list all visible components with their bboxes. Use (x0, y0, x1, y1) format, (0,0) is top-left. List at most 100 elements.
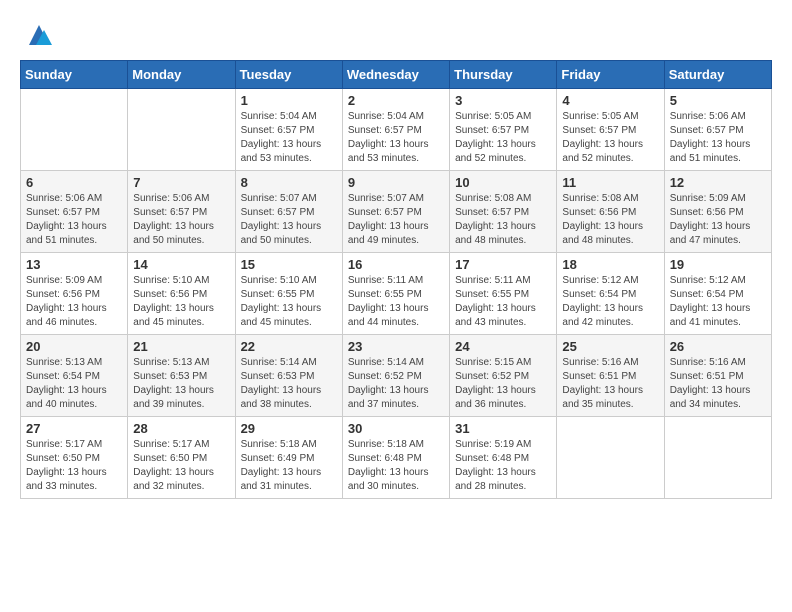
calendar-header-sunday: Sunday (21, 61, 128, 89)
day-number: 20 (26, 339, 122, 354)
calendar-cell: 1 Sunrise: 5:04 AM Sunset: 6:57 PM Daylig… (235, 89, 342, 171)
day-info: Sunrise: 5:07 AM Sunset: 6:57 PM Dayligh… (241, 192, 337, 248)
calendar-header-row: SundayMondayTuesdayWednesdayThursdayFrid… (21, 61, 772, 89)
calendar-cell: 29Sunrise: 5:18 AM Sunset: 6:49 PM Dayli… (235, 417, 342, 499)
day-info: Sunrise: 5:08 AM Sunset: 6:57 PM Dayligh… (455, 192, 551, 248)
calendar-header-monday: Monday (128, 61, 235, 89)
day-info: Sunrise: 5:14 AM Sunset: 6:53 PM Dayligh… (241, 356, 337, 412)
day-info: Sunrise: 5:19 AM Sunset: 6:48 PM Dayligh… (455, 438, 551, 494)
day-info: Sunrise: 5:06 AM Sunset: 6:57 PM Dayligh… (133, 192, 229, 248)
page-header (20, 20, 772, 50)
logo-icon (24, 20, 54, 50)
calendar-week-row: 20 Sunrise: 5:13 AM Sunset: 6:54 PM Dayli… (21, 335, 772, 417)
calendar-header-tuesday: Tuesday (235, 61, 342, 89)
day-number: 11 (562, 175, 658, 190)
calendar-cell: 23Sunrise: 5:14 AM Sunset: 6:52 PM Dayli… (342, 335, 449, 417)
calendar-cell: 5Sunrise: 5:06 AM Sunset: 6:57 PM Daylig… (664, 89, 771, 171)
day-number: 19 (670, 257, 766, 272)
calendar-cell: 8 Sunrise: 5:07 AM Sunset: 6:57 PM Daylig… (235, 171, 342, 253)
calendar-cell: 9 Sunrise: 5:07 AM Sunset: 6:57 PM Daylig… (342, 171, 449, 253)
calendar-week-row: 6 Sunrise: 5:06 AM Sunset: 6:57 PM Daylig… (21, 171, 772, 253)
day-info: Sunrise: 5:16 AM Sunset: 6:51 PM Dayligh… (562, 356, 658, 412)
calendar-cell: 30 Sunrise: 5:18 AM Sunset: 6:48 PM Dayli… (342, 417, 449, 499)
day-info: Sunrise: 5:08 AM Sunset: 6:56 PM Dayligh… (562, 192, 658, 248)
calendar-cell: 10 Sunrise: 5:08 AM Sunset: 6:57 PM Dayli… (450, 171, 557, 253)
day-info: Sunrise: 5:04 AM Sunset: 6:57 PM Dayligh… (241, 110, 337, 166)
day-number: 18 (562, 257, 658, 272)
day-info: Sunrise: 5:07 AM Sunset: 6:57 PM Dayligh… (348, 192, 444, 248)
day-number: 17 (455, 257, 551, 272)
calendar-cell: 7 Sunrise: 5:06 AM Sunset: 6:57 PM Daylig… (128, 171, 235, 253)
day-number: 12 (670, 175, 766, 190)
calendar-cell: 15 Sunrise: 5:10 AM Sunset: 6:55 PM Dayli… (235, 253, 342, 335)
day-info: Sunrise: 5:10 AM Sunset: 6:56 PM Dayligh… (133, 274, 229, 330)
calendar-cell: 2 Sunrise: 5:04 AM Sunset: 6:57 PM Daylig… (342, 89, 449, 171)
calendar-cell: 21 Sunrise: 5:13 AM Sunset: 6:53 PM Dayli… (128, 335, 235, 417)
calendar-week-row: 27 Sunrise: 5:17 AM Sunset: 6:50 PM Dayli… (21, 417, 772, 499)
day-number: 22 (241, 339, 337, 354)
day-number: 7 (133, 175, 229, 190)
day-info: Sunrise: 5:14 AM Sunset: 6:52 PM Dayligh… (348, 356, 444, 412)
day-info: Sunrise: 5:11 AM Sunset: 6:55 PM Dayligh… (455, 274, 551, 330)
day-number: 15 (241, 257, 337, 272)
day-info: Sunrise: 5:16 AM Sunset: 6:51 PM Dayligh… (670, 356, 766, 412)
day-number: 6 (26, 175, 122, 190)
calendar-cell: 3Sunrise: 5:05 AM Sunset: 6:57 PM Daylig… (450, 89, 557, 171)
calendar-cell: 24Sunrise: 5:15 AM Sunset: 6:52 PM Dayli… (450, 335, 557, 417)
day-info: Sunrise: 5:05 AM Sunset: 6:57 PM Dayligh… (455, 110, 551, 166)
day-info: Sunrise: 5:06 AM Sunset: 6:57 PM Dayligh… (26, 192, 122, 248)
calendar-cell (557, 417, 664, 499)
day-number: 8 (241, 175, 337, 190)
calendar-header-wednesday: Wednesday (342, 61, 449, 89)
day-info: Sunrise: 5:09 AM Sunset: 6:56 PM Dayligh… (670, 192, 766, 248)
calendar-week-row: 13Sunrise: 5:09 AM Sunset: 6:56 PM Dayli… (21, 253, 772, 335)
day-number: 1 (241, 93, 337, 108)
day-number: 28 (133, 421, 229, 436)
calendar-cell: 22 Sunrise: 5:14 AM Sunset: 6:53 PM Dayli… (235, 335, 342, 417)
calendar-cell (21, 89, 128, 171)
calendar-cell: 27 Sunrise: 5:17 AM Sunset: 6:50 PM Dayli… (21, 417, 128, 499)
day-info: Sunrise: 5:11 AM Sunset: 6:55 PM Dayligh… (348, 274, 444, 330)
day-number: 30 (348, 421, 444, 436)
day-number: 13 (26, 257, 122, 272)
calendar-cell: 17 Sunrise: 5:11 AM Sunset: 6:55 PM Dayli… (450, 253, 557, 335)
day-number: 4 (562, 93, 658, 108)
calendar-cell: 6 Sunrise: 5:06 AM Sunset: 6:57 PM Daylig… (21, 171, 128, 253)
day-info: Sunrise: 5:12 AM Sunset: 6:54 PM Dayligh… (562, 274, 658, 330)
logo (20, 20, 54, 50)
day-info: Sunrise: 5:18 AM Sunset: 6:48 PM Dayligh… (348, 438, 444, 494)
calendar-table: SundayMondayTuesdayWednesdayThursdayFrid… (20, 60, 772, 499)
day-info: Sunrise: 5:10 AM Sunset: 6:55 PM Dayligh… (241, 274, 337, 330)
day-number: 21 (133, 339, 229, 354)
day-number: 25 (562, 339, 658, 354)
day-info: Sunrise: 5:15 AM Sunset: 6:52 PM Dayligh… (455, 356, 551, 412)
calendar-cell: 16Sunrise: 5:11 AM Sunset: 6:55 PM Dayli… (342, 253, 449, 335)
calendar-cell: 12 Sunrise: 5:09 AM Sunset: 6:56 PM Dayli… (664, 171, 771, 253)
calendar-cell: 14Sunrise: 5:10 AM Sunset: 6:56 PM Dayli… (128, 253, 235, 335)
calendar-cell: 13Sunrise: 5:09 AM Sunset: 6:56 PM Dayli… (21, 253, 128, 335)
day-info: Sunrise: 5:12 AM Sunset: 6:54 PM Dayligh… (670, 274, 766, 330)
calendar-cell: 19 Sunrise: 5:12 AM Sunset: 6:54 PM Dayli… (664, 253, 771, 335)
calendar-cell: 28 Sunrise: 5:17 AM Sunset: 6:50 PM Dayli… (128, 417, 235, 499)
calendar-week-row: 1 Sunrise: 5:04 AM Sunset: 6:57 PM Daylig… (21, 89, 772, 171)
calendar-cell: 11 Sunrise: 5:08 AM Sunset: 6:56 PM Dayli… (557, 171, 664, 253)
day-number: 10 (455, 175, 551, 190)
day-info: Sunrise: 5:13 AM Sunset: 6:54 PM Dayligh… (26, 356, 122, 412)
day-info: Sunrise: 5:17 AM Sunset: 6:50 PM Dayligh… (133, 438, 229, 494)
calendar-cell: 26Sunrise: 5:16 AM Sunset: 6:51 PM Dayli… (664, 335, 771, 417)
day-number: 29 (241, 421, 337, 436)
day-info: Sunrise: 5:17 AM Sunset: 6:50 PM Dayligh… (26, 438, 122, 494)
calendar-header-friday: Friday (557, 61, 664, 89)
day-number: 2 (348, 93, 444, 108)
calendar-header-saturday: Saturday (664, 61, 771, 89)
day-number: 9 (348, 175, 444, 190)
day-info: Sunrise: 5:13 AM Sunset: 6:53 PM Dayligh… (133, 356, 229, 412)
calendar-cell (664, 417, 771, 499)
day-number: 31 (455, 421, 551, 436)
day-number: 27 (26, 421, 122, 436)
calendar-cell: 20 Sunrise: 5:13 AM Sunset: 6:54 PM Dayli… (21, 335, 128, 417)
day-number: 5 (670, 93, 766, 108)
day-info: Sunrise: 5:05 AM Sunset: 6:57 PM Dayligh… (562, 110, 658, 166)
day-info: Sunrise: 5:04 AM Sunset: 6:57 PM Dayligh… (348, 110, 444, 166)
calendar-cell: 31 Sunrise: 5:19 AM Sunset: 6:48 PM Dayli… (450, 417, 557, 499)
